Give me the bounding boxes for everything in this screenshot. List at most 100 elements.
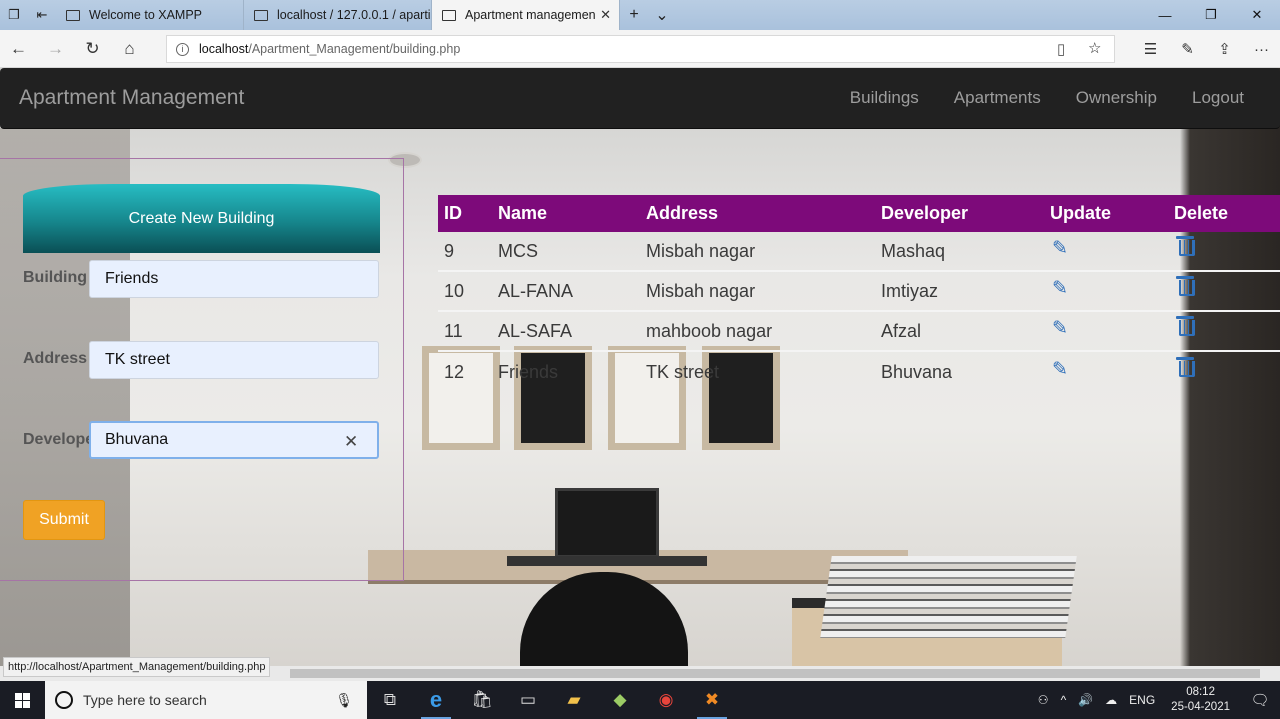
favorites-list-icon[interactable]: ☰ xyxy=(1132,30,1169,68)
delete-cell xyxy=(1168,357,1280,384)
delete-trash-icon[interactable] xyxy=(1176,316,1195,336)
share-icon[interactable]: ⇪ xyxy=(1206,30,1243,68)
info-icon[interactable]: i xyxy=(176,42,189,56)
restore-icon[interactable]: ❐ xyxy=(1188,0,1234,30)
tab-label: Welcome to XAMPP xyxy=(89,8,203,22)
submit-button[interactable]: Submit xyxy=(23,500,105,540)
cell-developer: Mashaq xyxy=(881,240,946,261)
book-stack xyxy=(820,556,1077,638)
chrome-icon[interactable]: ◉ xyxy=(643,681,689,719)
chair xyxy=(520,572,688,666)
tab-label: Apartment managemen xyxy=(465,8,596,22)
system-tray: ⚇ ^ 🔊 ☁ ENG 08:12 25-04-2021 🗨 xyxy=(1032,681,1280,719)
store-icon[interactable]: 🛍 xyxy=(459,681,505,719)
col-address: Address xyxy=(646,203,719,223)
forward-icon[interactable]: → xyxy=(37,30,74,68)
nav-apartments[interactable]: Apartments xyxy=(954,88,1041,108)
tab-apartment-management[interactable]: Apartment managemen ✕ xyxy=(432,0,620,30)
edit-pencil-icon[interactable]: ✎ xyxy=(1052,358,1068,381)
favorite-star-icon[interactable]: ☆ xyxy=(1088,39,1101,57)
clock[interactable]: 08:12 25-04-2021 xyxy=(1161,685,1240,715)
microphone-icon[interactable]: 🎙 xyxy=(335,692,353,709)
cell-developer: Afzal xyxy=(881,320,922,341)
close-window-icon[interactable]: ✕ xyxy=(1234,0,1280,30)
window-controls: — ❐ ✕ xyxy=(1142,0,1280,30)
cortana-circle-icon xyxy=(55,691,73,709)
brand-title[interactable]: Apartment Management xyxy=(19,86,244,110)
address-label: Address xyxy=(23,350,88,367)
back-icon[interactable]: ← xyxy=(0,30,37,68)
taskbar-search[interactable]: Type here to search 🎙 xyxy=(45,681,367,719)
delete-trash-icon[interactable] xyxy=(1176,236,1195,256)
new-tab-icon[interactable]: + xyxy=(620,0,648,30)
edge-browser-icon[interactable]: e xyxy=(413,681,459,719)
tab-phpmyadmin[interactable]: localhost / 127.0.0.1 / aparti xyxy=(244,0,432,30)
tab-list-chevron-icon[interactable]: ⌄ xyxy=(648,0,676,30)
update-cell: ✎ xyxy=(1044,358,1168,384)
nav-links: Buildings Apartments Ownership Logout xyxy=(850,88,1244,108)
table-row: 11 AL-SAFA mahboob nagar Afzal ✎ xyxy=(438,312,1280,352)
delete-trash-icon[interactable] xyxy=(1176,276,1195,296)
task-view-icon[interactable]: ⧉ xyxy=(367,681,413,719)
tray-chevron-icon[interactable]: ^ xyxy=(1055,693,1073,707)
search-placeholder: Type here to search xyxy=(83,692,207,708)
building-label: Building xyxy=(23,269,87,286)
developer-label: Developer xyxy=(23,431,89,448)
xampp-icon[interactable]: ✖ xyxy=(689,681,735,719)
people-icon[interactable]: ⚇ xyxy=(1032,693,1055,707)
tab-xampp[interactable]: Welcome to XAMPP xyxy=(56,0,244,30)
delete-cell xyxy=(1168,316,1280,343)
page-icon xyxy=(442,9,456,21)
terminal-icon[interactable]: ▭ xyxy=(505,681,551,719)
cell-address: TK street xyxy=(646,361,720,382)
bluestacks-icon[interactable]: ◆ xyxy=(597,681,643,719)
buildings-table: ID Name Address Developer Update Delete … xyxy=(438,195,1280,392)
developer-input[interactable]: Bhuvana xyxy=(89,421,379,459)
file-explorer-icon[interactable]: ▰ xyxy=(551,681,597,719)
address-input[interactable]: TK street xyxy=(89,341,379,379)
laptop xyxy=(555,488,659,558)
table-row: 12 Friends TK street Bhuvana ✎ xyxy=(438,352,1280,392)
table-row: 9 MCS Misbah nagar Mashaq ✎ xyxy=(438,232,1280,272)
clear-input-icon[interactable]: ✕ xyxy=(344,432,358,452)
nav-logout[interactable]: Logout xyxy=(1192,88,1244,108)
minimize-icon[interactable]: — xyxy=(1142,0,1188,30)
col-id: ID xyxy=(444,203,462,223)
nav-ownership[interactable]: Ownership xyxy=(1076,88,1157,108)
nav-buildings[interactable]: Buildings xyxy=(850,88,919,108)
windows-logo-icon xyxy=(15,692,30,708)
notification-icon[interactable]: 🗨 xyxy=(1240,691,1280,709)
building-name-input[interactable]: Friends xyxy=(89,260,379,298)
volume-icon[interactable]: 🔊 xyxy=(1072,693,1099,707)
edit-pencil-icon[interactable]: ✎ xyxy=(1052,317,1068,340)
cell-address: Misbah nagar xyxy=(646,280,756,301)
web-page: Apartment Management Buildings Apartment… xyxy=(0,68,1280,666)
home-icon[interactable]: ⌂ xyxy=(111,30,148,68)
delete-cell xyxy=(1168,236,1280,263)
url-path: /Apartment_Management/building.php xyxy=(248,42,461,56)
clock-time: 08:12 xyxy=(1186,686,1215,698)
table-header: ID Name Address Developer Update Delete xyxy=(438,195,1280,232)
delete-trash-icon[interactable] xyxy=(1176,357,1195,377)
refresh-icon[interactable]: ↻ xyxy=(74,30,111,68)
update-cell: ✎ xyxy=(1044,317,1168,343)
col-update: Update xyxy=(1050,203,1112,223)
cell-name: Friends xyxy=(498,361,559,382)
notes-pen-icon[interactable]: ✎ xyxy=(1169,30,1206,68)
edit-pencil-icon[interactable]: ✎ xyxy=(1052,277,1068,300)
cloud-icon[interactable]: ☁ xyxy=(1099,693,1123,707)
set-aside-tabs-icon[interactable]: ⇤ xyxy=(28,0,56,30)
tab-actions-icon[interactable]: ❐ xyxy=(0,0,28,30)
cell-address: mahboob nagar xyxy=(646,320,773,341)
reading-view-icon[interactable]: ▯ xyxy=(1057,40,1065,58)
language-indicator[interactable]: ENG xyxy=(1123,693,1161,707)
more-icon[interactable]: ··· xyxy=(1243,30,1280,68)
cell-name: MCS xyxy=(498,240,538,261)
laptop-base xyxy=(507,556,707,566)
address-bar[interactable]: i localhost/Apartment_Management/buildin… xyxy=(166,35,1115,63)
start-button[interactable] xyxy=(0,681,45,719)
scrollbar-thumb[interactable] xyxy=(290,669,1260,678)
edit-pencil-icon[interactable]: ✎ xyxy=(1052,237,1068,260)
page-icon xyxy=(66,9,80,21)
close-tab-icon[interactable]: ✕ xyxy=(600,7,611,23)
